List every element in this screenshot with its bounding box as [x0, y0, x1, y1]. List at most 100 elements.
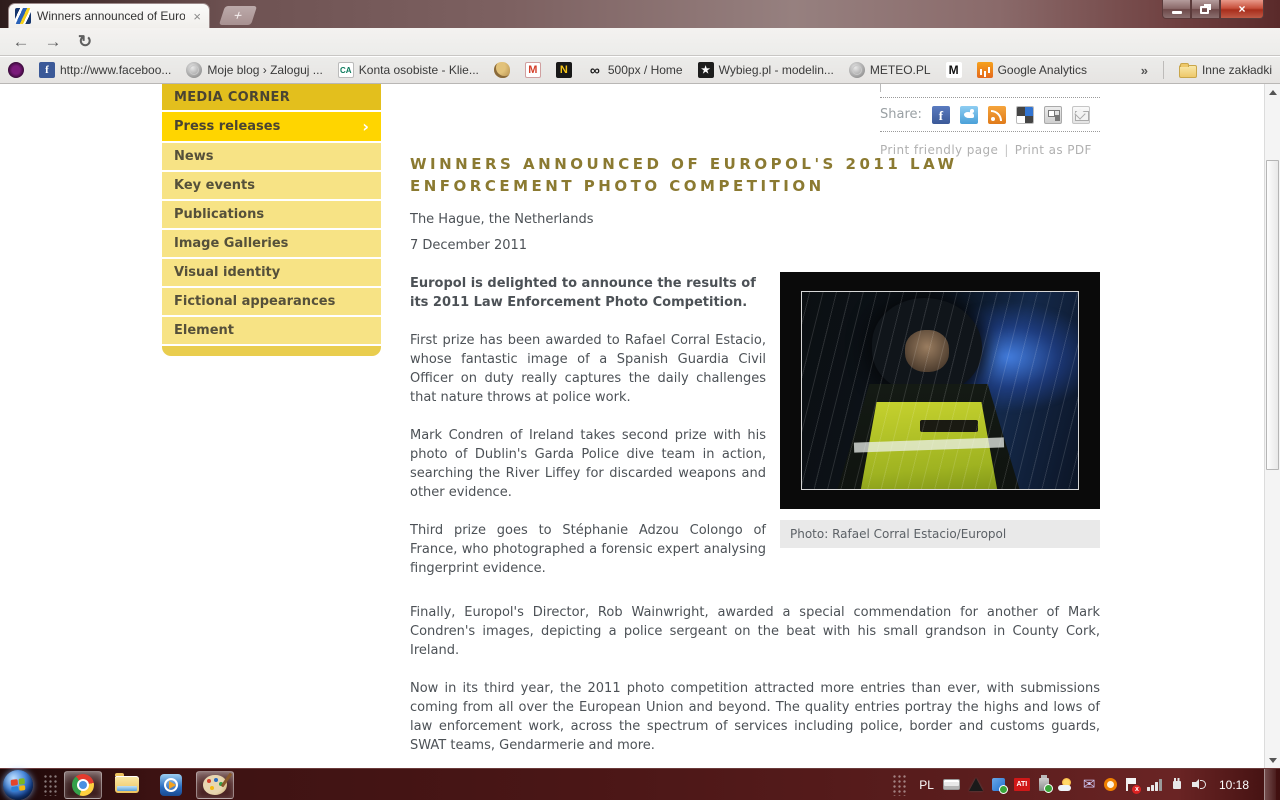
- bookmark-item[interactable]: [494, 62, 510, 78]
- language-indicator[interactable]: PL: [919, 778, 934, 792]
- sidebar-item-label: Element: [174, 323, 234, 338]
- bookmark-item[interactable]: CAKonta osobiste - Klie...: [338, 62, 479, 78]
- forward-button[interactable]: →: [40, 30, 66, 54]
- bookmark-item[interactable]: M: [946, 62, 962, 78]
- scrollbar-thumb[interactable]: [1266, 160, 1279, 470]
- bookmark-item[interactable]: METEO.PL: [849, 62, 931, 78]
- sidebar-item-news[interactable]: News: [162, 141, 381, 170]
- minimize-button[interactable]: [1162, 0, 1191, 19]
- bookmark-item[interactable]: [8, 62, 24, 78]
- palette-icon: [494, 62, 510, 78]
- 500px-icon: ∞: [587, 62, 603, 78]
- action-center-flag-icon[interactable]: x: [1126, 778, 1138, 792]
- share-facebook-icon[interactable]: f: [932, 106, 950, 124]
- print-pdf-link[interactable]: Print as PDF: [1015, 143, 1092, 157]
- sidebar-item-key-events[interactable]: Key events: [162, 170, 381, 199]
- mail-tray-icon[interactable]: ✉: [1083, 777, 1096, 792]
- article-date: 7 December 2011: [410, 238, 527, 253]
- photo-caption: Photo: Rafael Corral Estacio/Europol: [780, 520, 1100, 548]
- back-button[interactable]: ←: [8, 30, 34, 54]
- rain-overlay: [802, 292, 1078, 489]
- system-tray: PL ATI ✉ x 10:18: [888, 769, 1280, 800]
- bookmark-item[interactable]: ★Wybieg.pl - modelin...: [698, 62, 834, 78]
- sidebar-item-publications[interactable]: Publications: [162, 199, 381, 228]
- divider-tick: [880, 84, 881, 92]
- ati-icon[interactable]: ATI: [1014, 778, 1030, 791]
- apps-icon: [8, 62, 24, 78]
- share-delicious-icon[interactable]: [1016, 106, 1034, 124]
- europol-favicon: [15, 8, 31, 24]
- restore-icon: [1200, 6, 1209, 14]
- article-lead: Europol is delighted to announce the res…: [410, 274, 772, 312]
- facebook-icon: f: [39, 62, 55, 78]
- article-title: WINNERS ANNOUNCED OF EUROPOL'S 2011 LAW …: [410, 154, 1020, 198]
- keyboard-icon[interactable]: [943, 779, 960, 790]
- sidebar-item-label: Fictional appearances: [174, 294, 335, 309]
- taskbar-explorer-button[interactable]: [108, 771, 146, 799]
- google-analytics-icon: [977, 62, 993, 78]
- sidebar-item-element[interactable]: Element: [162, 315, 381, 344]
- restore-button[interactable]: [1191, 0, 1220, 19]
- desktop-screen: Winners announced of Euro × + × ← → ↻ ht…: [0, 0, 1280, 800]
- chrome-icon: [72, 774, 94, 796]
- taskbar-paint-button[interactable]: [196, 771, 234, 799]
- prize-photo-image: [801, 291, 1079, 490]
- sidebar-item-visual-identity[interactable]: Visual identity: [162, 257, 381, 286]
- article-paragraph: Now in its third year, the 2011 photo co…: [410, 679, 1100, 755]
- share-email-icon[interactable]: [1072, 106, 1090, 124]
- bookmark-item[interactable]: fhttp://www.faceboo...: [39, 62, 171, 78]
- bookmark-item[interactable]: Google Analytics: [977, 62, 1087, 78]
- weather-icon[interactable]: [1058, 778, 1074, 791]
- dropbox-icon[interactable]: [992, 778, 1005, 791]
- volume-icon[interactable]: [1192, 778, 1206, 791]
- bookmark-label: Google Analytics: [998, 63, 1087, 77]
- browser-tab[interactable]: Winners announced of Euro ×: [8, 3, 210, 28]
- article-photo-block: Photo: Rafael Corral Estacio/Europol: [780, 272, 1100, 548]
- bookmark-label: METEO.PL: [870, 63, 931, 77]
- close-button[interactable]: ×: [1220, 0, 1264, 19]
- taskbar-chrome-button[interactable]: [64, 771, 102, 799]
- page-viewport: MEDIA CORNER Press releases › News Key e…: [0, 84, 1280, 768]
- arrow-down-icon: [1269, 758, 1277, 763]
- page-scrollbar[interactable]: [1264, 84, 1280, 768]
- tray-grip: [892, 774, 906, 796]
- other-bookmarks-button[interactable]: Inne zakładki: [1179, 63, 1272, 78]
- alert-badge: x: [1132, 785, 1141, 794]
- share-box: Share: f: [880, 97, 1100, 132]
- usb-eject-icon[interactable]: [1039, 778, 1049, 791]
- share-rss-icon[interactable]: [988, 106, 1006, 124]
- network-signal-icon[interactable]: [1147, 779, 1162, 791]
- taskbar-clock[interactable]: 10:18: [1219, 778, 1249, 792]
- power-plug-icon[interactable]: [1171, 778, 1183, 791]
- prize-photo: [780, 272, 1100, 509]
- bookmark-item[interactable]: M: [525, 62, 541, 78]
- taskbar-media-player-button[interactable]: [152, 771, 190, 799]
- sidebar-item-press-releases[interactable]: Press releases ›: [162, 110, 381, 141]
- reload-button[interactable]: ↻: [72, 30, 98, 54]
- new-tab-button[interactable]: +: [219, 6, 257, 25]
- browser-toolbar: ← → ↻ https://www.europol.europa.eu/cont…: [0, 28, 1280, 56]
- bookmarks-overflow-chevron[interactable]: »: [1141, 63, 1148, 78]
- anydvd-triangle-icon[interactable]: [969, 778, 983, 791]
- scroll-up-button[interactable]: [1265, 84, 1280, 100]
- orange-app-icon[interactable]: [1104, 778, 1117, 791]
- bookmark-item[interactable]: N: [556, 62, 572, 78]
- browser-titlebar: Winners announced of Euro × + ×: [0, 0, 1280, 28]
- sidebar-item-label: News: [174, 149, 213, 164]
- bookmark-item[interactable]: ∞500px / Home: [587, 62, 683, 78]
- windows-taskbar: PL ATI ✉ x 10:18: [0, 768, 1280, 800]
- sidebar-item-label: Press releases: [174, 119, 280, 134]
- share-label: Share:: [880, 107, 922, 122]
- bookmark-item[interactable]: Moje blog › Zaloguj ...: [186, 62, 322, 78]
- start-button[interactable]: [3, 770, 33, 800]
- tab-title: Winners announced of Euro: [37, 9, 185, 23]
- sidebar-item-image-galleries[interactable]: Image Galleries: [162, 228, 381, 257]
- scroll-down-button[interactable]: [1265, 752, 1280, 768]
- sidebar-item-label: Publications: [174, 207, 264, 222]
- share-twitter-icon[interactable]: [960, 106, 978, 124]
- media-player-icon: [160, 774, 182, 796]
- sidebar-item-fictional-appearances[interactable]: Fictional appearances: [162, 286, 381, 315]
- share-digg-icon[interactable]: [1044, 106, 1062, 124]
- show-desktop-button[interactable]: [1264, 769, 1276, 800]
- tab-close-icon[interactable]: ×: [191, 9, 203, 24]
